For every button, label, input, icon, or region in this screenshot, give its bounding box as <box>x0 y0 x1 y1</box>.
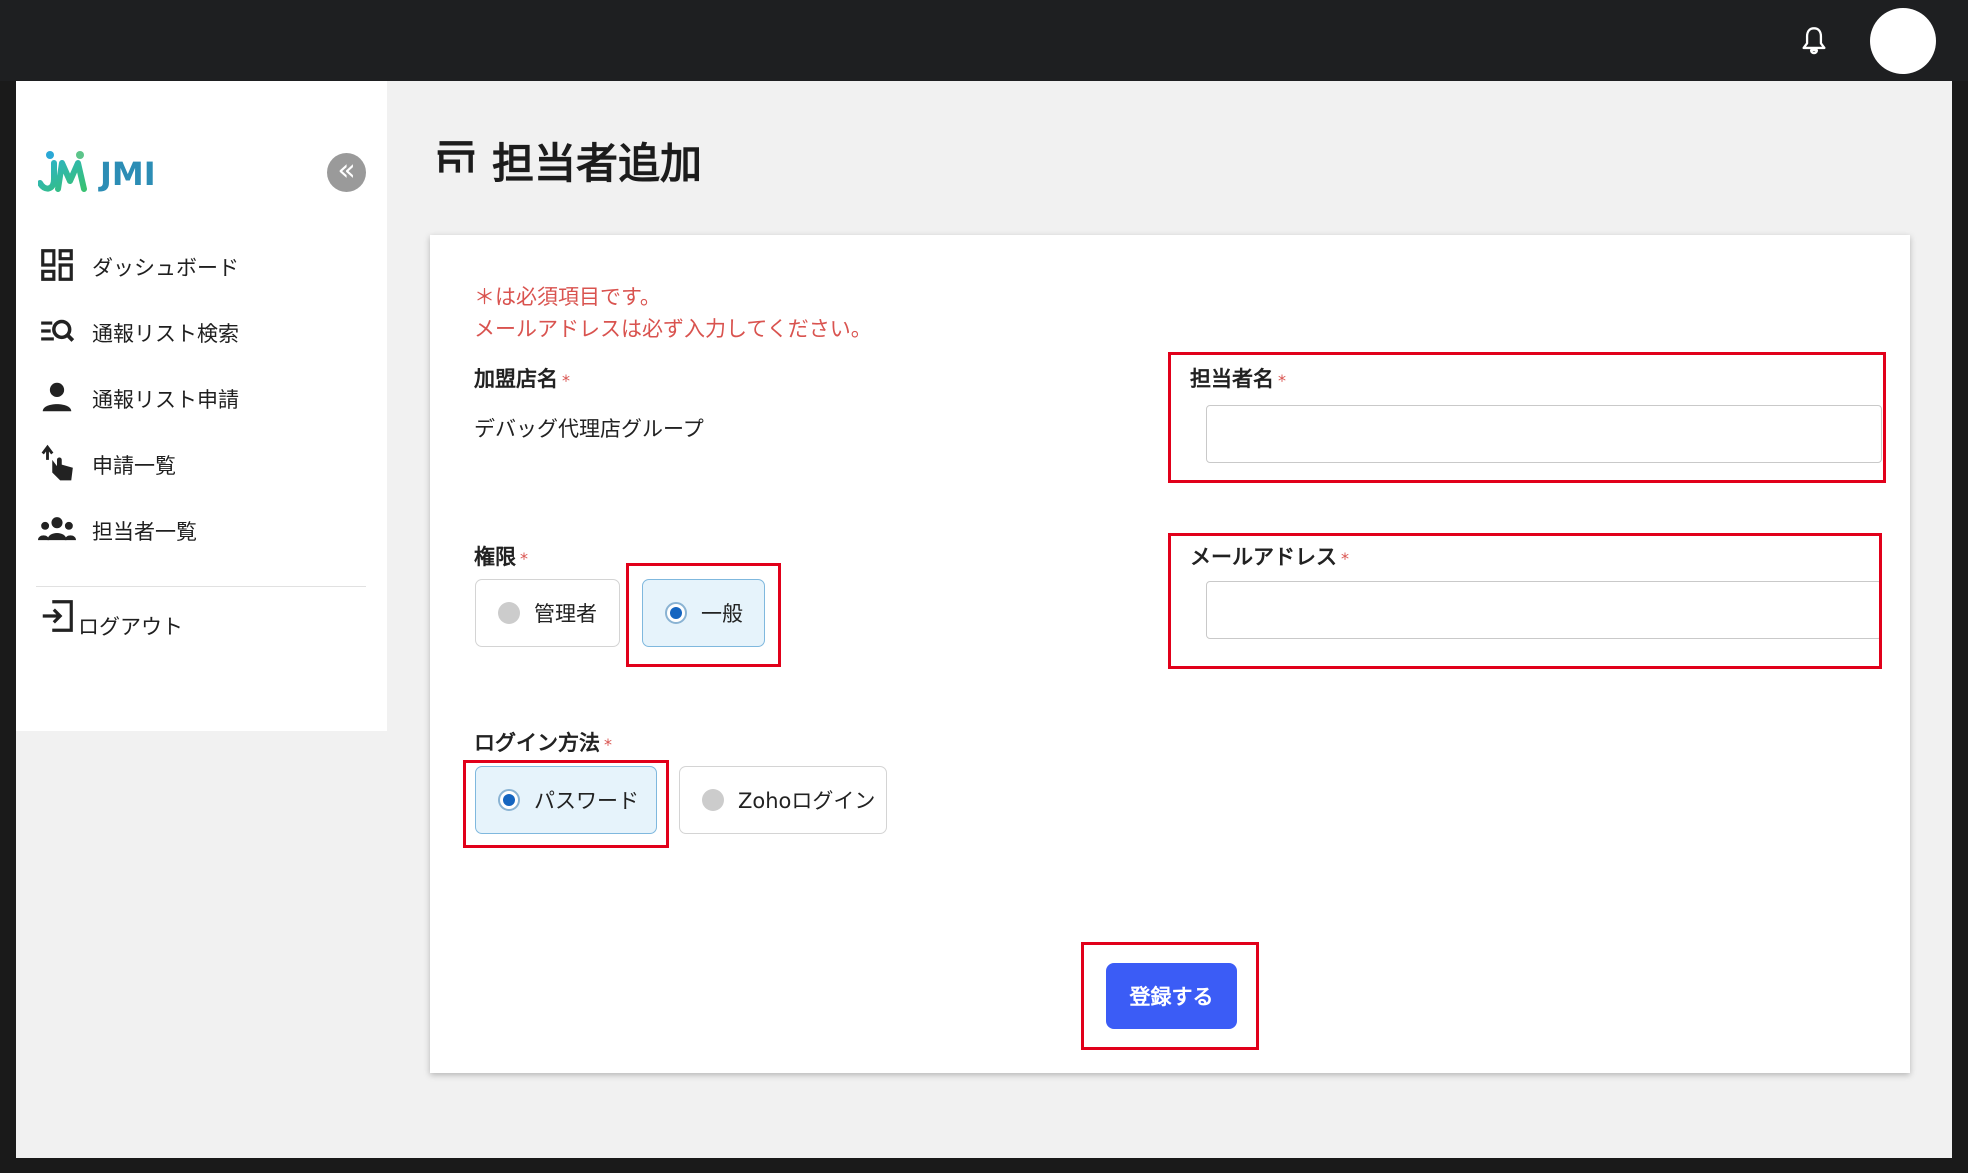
radio-dot <box>665 602 687 624</box>
sidebar-item-label: ログアウト <box>78 615 183 639</box>
sidebar-divider <box>36 586 366 587</box>
store-name-label: 加盟店名 * <box>474 367 570 391</box>
login-password-radio[interactable]: パスワード <box>475 766 657 834</box>
hand-pointer-icon <box>38 444 76 486</box>
collapse-sidebar-button[interactable]: « <box>327 153 366 192</box>
radio-dot <box>498 602 520 624</box>
person-icon <box>38 378 76 420</box>
top-bar <box>0 0 1968 81</box>
group-icon <box>38 510 76 552</box>
logo-text: JMI <box>98 155 156 193</box>
store-name-value: デバッグ代理店グループ <box>474 417 704 441</box>
form-card: ＊は必須項目です。 メールアドレスは必ず入力してください。 加盟店名 * デバッグ… <box>430 235 1910 1073</box>
email-input[interactable] <box>1206 581 1882 639</box>
radio-dot <box>702 789 724 811</box>
login-zoho-radio[interactable]: Zohoログイン <box>679 766 887 834</box>
sidebar-item-label: 通報リスト申請 <box>92 388 239 412</box>
list-search-icon <box>38 312 76 354</box>
register-button[interactable]: 登録する <box>1106 963 1237 1029</box>
radio-label: 一般 <box>701 602 743 626</box>
logo: JMI <box>37 147 198 197</box>
staff-name-input[interactable] <box>1206 405 1882 463</box>
page-title: 担当者追加 <box>492 138 703 188</box>
required-note: ＊は必須項目です。 <box>474 285 661 309</box>
logout-icon <box>38 597 76 639</box>
role-admin-radio[interactable]: 管理者 <box>475 579 620 647</box>
login-method-label: ログイン方法 * <box>474 731 612 755</box>
avatar[interactable] <box>1870 8 1936 74</box>
sidebar-item-list-request[interactable]: 通報リスト申請 <box>38 377 239 421</box>
dashboard-icon <box>38 246 76 288</box>
staff-name-label: 担当者名 * <box>1190 367 1286 391</box>
sidebar-item-staff-list[interactable]: 担当者一覧 <box>38 509 197 553</box>
radio-label: Zohoログイン <box>738 789 876 813</box>
sidebar-item-dashboard[interactable]: ダッシュボード <box>38 245 239 289</box>
radio-label: 管理者 <box>534 602 597 626</box>
radio-label: パスワード <box>534 789 639 813</box>
page-header: 担当者追加 <box>434 125 702 195</box>
app-viewport: JMI « ダッシュボード 通報リスト検索 通報リスト申請 申請一覧 担当者一覧… <box>16 81 1952 1158</box>
sidebar-item-logout[interactable]: ログアウト <box>38 597 183 653</box>
radio-dot <box>498 789 520 811</box>
sidebar-item-label: ダッシュボード <box>92 256 239 280</box>
role-label: 権限 * <box>474 545 528 569</box>
store-icon <box>434 136 478 184</box>
sidebar-item-label: 申請一覧 <box>92 454 176 478</box>
sidebar-item-label: 通報リスト検索 <box>92 322 239 346</box>
role-general-radio[interactable]: 一般 <box>642 579 765 647</box>
sidebar: JMI « ダッシュボード 通報リスト検索 通報リスト申請 申請一覧 担当者一覧… <box>16 81 387 731</box>
sidebar-item-label: 担当者一覧 <box>92 520 197 544</box>
bell-icon[interactable] <box>1800 26 1828 56</box>
email-label: メールアドレス * <box>1190 545 1349 569</box>
email-note: メールアドレスは必ず入力してください。 <box>474 317 872 341</box>
sidebar-item-list-search[interactable]: 通報リスト検索 <box>38 311 239 355</box>
sidebar-item-applications[interactable]: 申請一覧 <box>38 443 176 487</box>
